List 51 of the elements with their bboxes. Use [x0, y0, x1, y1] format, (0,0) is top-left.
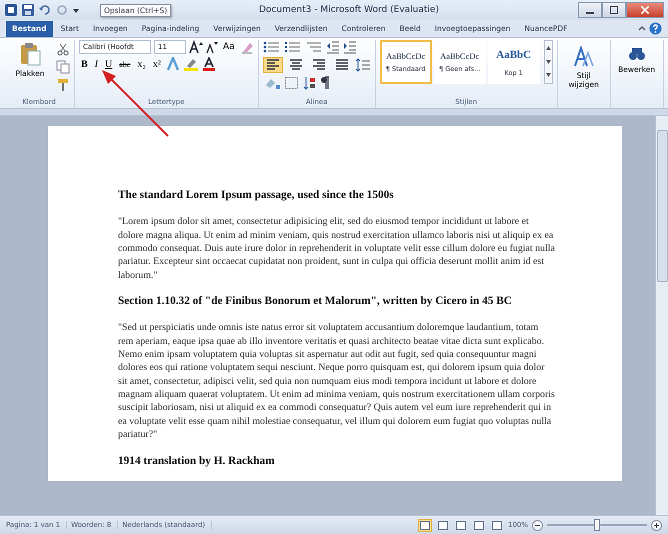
binoculars-icon	[628, 46, 646, 62]
grow-font-icon[interactable]	[189, 40, 203, 54]
text-effects-icon[interactable]	[166, 57, 180, 71]
format-button[interactable]: x₂	[135, 58, 148, 70]
format-button[interactable]: U	[103, 58, 114, 70]
help-icon[interactable]	[649, 22, 662, 35]
view-button[interactable]	[436, 518, 450, 532]
zoom-in-icon[interactable]	[651, 520, 662, 530]
gallery-scroll-icon[interactable]	[544, 40, 553, 84]
cut-icon[interactable]	[56, 42, 70, 56]
decrease-indent-icon[interactable]	[326, 40, 340, 54]
numbering-icon[interactable]	[284, 40, 302, 54]
pilcrow-icon[interactable]	[320, 76, 330, 90]
document-heading: Section 1.10.32 of "de Finibus Bonorum et Malorum", written by Cicero in 45 BC	[118, 294, 513, 310]
multilevel-list-icon[interactable]	[304, 40, 323, 54]
format-button[interactable]: x²	[150, 58, 163, 70]
change-case-button[interactable]: Aa	[221, 42, 237, 52]
view-button[interactable]	[418, 518, 432, 532]
font-color-icon[interactable]	[202, 57, 216, 71]
format-button[interactable]: I	[92, 58, 100, 70]
zoom-out-icon[interactable]	[532, 520, 543, 530]
copy-icon[interactable]	[56, 60, 70, 74]
view-button[interactable]	[472, 518, 486, 532]
document-paragraph: "Lorem ipsum dolor sit amet, consectetur adipisicing elit, sed do eiusmod tempor incididunt ut labore et dolore magna aliqua. Ut enim ad minim veniam, quis nostrud exercitation ullamco laboris nisi ut aliquip ex ea commodo consequat. Duis aute irure dolor in reprehenderit in voluptate velit esse cillum dolore eu fugiat nulla pariatur. Excepteur sint occaecat cupidatat non proident, sunt in culpa qui officia deserunt mollit anim id est laborum."	[118, 215, 556, 282]
letters-icon	[572, 46, 595, 68]
document-paragraph: "Sed ut perspiciatis unde omnis iste natus error sit voluptatem accusantium doloremque laudantium, totam rem aperiam, eaque ipsa quae ab illo inventore veritatis et quasi architecto beatae vitae dicta sunt explicabo. Nemo enim ipsam voluptatem quia voluptas sit aspernatur aut odit aut fugit, sed quia consequuntur magni dolores eos qui ratione voluptatem sequi nesciunt. Neque porro quisquam est, qui dolorem ipsum quia dolor sit amet, consectetur, adipisci velit, sed quia non numquam eius modi tempora incidunt ut labore et dolore magnam aliquam quaerat voluptatem. Ut enim ad minima veniam, quis nostrum exercitationem ullam corporis suscipit laboriosam, nisi ut aliquid ex ea commodi consequatur? Quis autem vel eum iure reprehenderit qui in ea voluptate velit esse quam nihil molestiae consequatur, vel illum qui dolorem eum fugiat quo voluptas nulla pariatur?"	[118, 321, 556, 442]
minimize-button[interactable]	[578, 2, 602, 18]
save-icon[interactable]	[21, 3, 35, 17]
maximize-button[interactable]	[602, 2, 626, 18]
word-icon[interactable]	[4, 3, 18, 17]
format-painter-icon[interactable]	[56, 78, 70, 92]
close-button[interactable]	[626, 2, 664, 18]
view-button[interactable]	[490, 518, 504, 532]
maximize-icon	[610, 6, 618, 14]
view-button[interactable]	[454, 518, 468, 532]
increase-indent-icon[interactable]	[342, 40, 357, 54]
shrink-font-icon[interactable]	[206, 40, 218, 54]
format-button[interactable]: B	[79, 58, 90, 70]
window-title: Document3 - Microsoft Word (Evaluatie)	[258, 5, 439, 15]
document-heading: The standard Lorem Ipsum passage, used since the 1500s	[118, 188, 395, 203]
undo-icon[interactable]	[38, 3, 52, 17]
close-icon	[640, 6, 649, 14]
bullets-icon[interactable]	[262, 40, 281, 54]
format-button[interactable]: abc	[117, 60, 132, 68]
align-button[interactable]	[262, 57, 283, 73]
clear-formatting-icon[interactable]	[240, 40, 254, 54]
vertical-scrollbar[interactable]	[655, 116, 668, 515]
sort-icon[interactable]	[302, 76, 317, 90]
document-heading: 1914 translation by H. Rackham	[118, 454, 276, 469]
clipboard-icon	[19, 42, 41, 66]
line-spacing-icon[interactable]	[354, 58, 371, 72]
